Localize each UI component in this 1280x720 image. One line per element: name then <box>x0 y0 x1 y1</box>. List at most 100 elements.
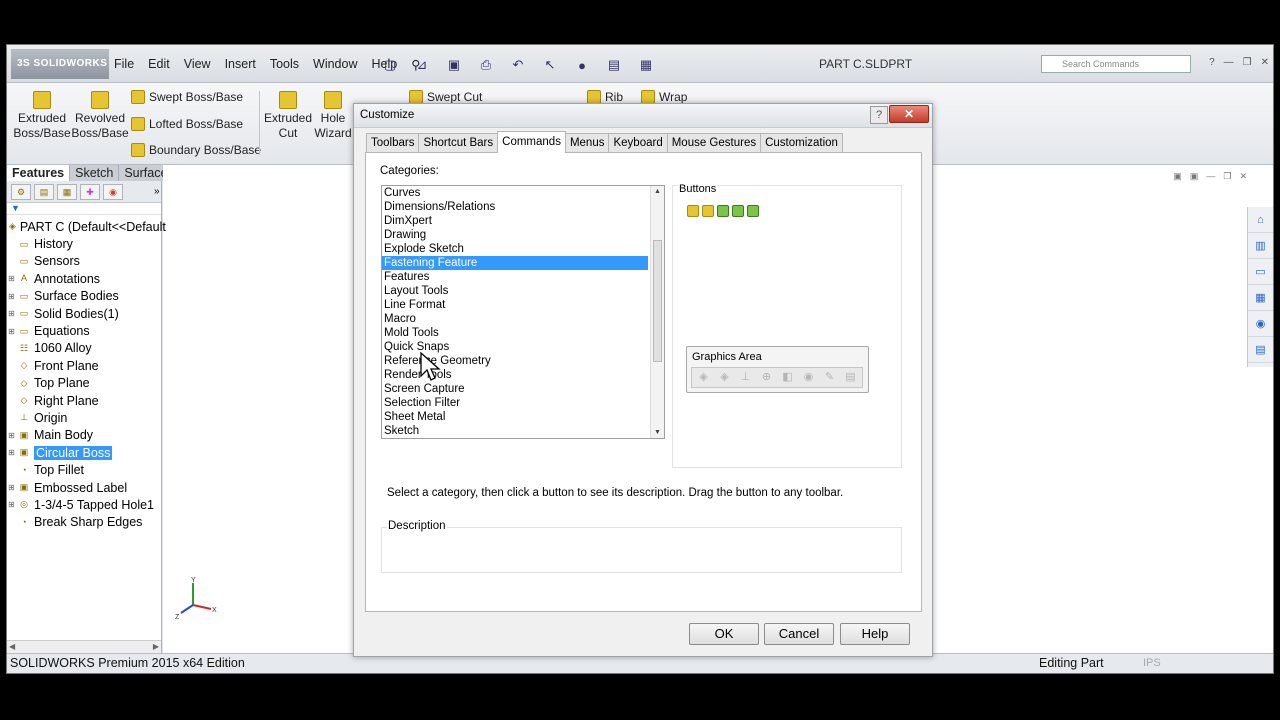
lofted-boss-button[interactable]: Lofted Boss/Base <box>131 117 243 131</box>
tree-item[interactable]: ◇ Front Plane <box>7 357 161 374</box>
extruded-boss-button[interactable]: Extruded Boss/Base <box>11 91 73 141</box>
tree-item[interactable]: ◔ Break Sharp Edges <box>7 514 161 531</box>
expand-icon[interactable]: ⊞ <box>7 292 16 301</box>
tree-item[interactable]: ▭ Sensors <box>7 253 161 270</box>
category-item[interactable]: Macro <box>382 312 664 326</box>
tree-item[interactable]: ⊞ ▣ Embossed Label <box>7 479 161 496</box>
dialog-tab-customization[interactable]: Customization <box>760 133 843 153</box>
select-icon[interactable]: ↖ <box>537 55 563 75</box>
expand-icon[interactable]: ⊞ <box>7 431 16 440</box>
category-item[interactable]: Drawing <box>382 228 664 242</box>
scroll-down-icon[interactable]: ▼ <box>654 429 661 436</box>
tree-item[interactable]: ⊞ ▣ Main Body <box>7 427 161 444</box>
solidworks-resources-icon[interactable]: ⌂ <box>1248 207 1273 233</box>
viewport-restore-icon[interactable]: ❐ <box>1223 171 1231 182</box>
categories-list[interactable]: Curves Dimensions/Relations DimXpert Drawin… <box>381 185 665 439</box>
expand-icon[interactable]: ⊞ <box>7 309 16 318</box>
expand-icon[interactable]: ⊞ <box>7 500 16 509</box>
tree-item[interactable]: ⊞ A Annotations <box>7 270 161 287</box>
menu-file[interactable]: File <box>107 57 141 71</box>
design-library-icon[interactable]: ▥ <box>1248 233 1273 259</box>
scroll-right-icon[interactable]: ▶ <box>153 642 159 651</box>
expand-icon[interactable]: ⊞ <box>7 483 16 492</box>
search-commands-input[interactable]: Search Commands <box>1041 55 1191 73</box>
property-manager-tab-icon[interactable]: ▤ <box>34 183 54 200</box>
menu-insert[interactable]: Insert <box>218 57 263 71</box>
cancel-button[interactable]: Cancel <box>764 623 834 645</box>
new-document-icon[interactable]: ▢ <box>377 55 403 75</box>
dialog-tab-mouse-gestures[interactable]: Mouse Gestures <box>666 133 762 153</box>
hole-wizard-button[interactable]: Hole Wizard <box>309 91 357 141</box>
category-item[interactable]: Mold Tools <box>382 326 664 340</box>
custom-properties-icon[interactable]: ▤ <box>1248 337 1273 363</box>
tree-item[interactable]: ◇ Right Plane <box>7 392 161 409</box>
help-button[interactable]: Help <box>840 623 910 645</box>
fastening-feature-button-icon[interactable] <box>702 205 714 217</box>
boundary-boss-button[interactable]: Boundary Boss/Base <box>131 143 261 157</box>
categories-scrollbar[interactable]: ▲ ▼ <box>650 186 664 438</box>
rib-button[interactable]: Rib <box>587 90 623 104</box>
tree-item[interactable]: ⊞ ▣ Circular Boss <box>7 444 161 461</box>
dialog-tab-keyboard[interactable]: Keyboard <box>608 133 668 153</box>
menu-window[interactable]: Window <box>306 57 364 71</box>
tab-sketch[interactable]: Sketch <box>70 165 120 181</box>
filter-icon[interactable]: ▼ <box>7 203 161 215</box>
appearances-icon[interactable]: ◉ <box>1248 311 1273 337</box>
wrap-button[interactable]: Wrap <box>641 90 687 104</box>
options-icon[interactable]: ▦ <box>633 55 659 75</box>
expand-icon[interactable]: ⊞ <box>7 327 16 336</box>
open-icon[interactable]: ⊿ <box>409 55 435 75</box>
category-item[interactable]: Sheet Metal <box>382 410 664 424</box>
expand-icon[interactable]: ⊞ <box>7 448 16 457</box>
help-dropdown-icon[interactable]: ? <box>1209 57 1215 68</box>
dialog-help-icon[interactable]: ? <box>870 106 888 124</box>
minimize-icon[interactable]: — <box>1224 57 1234 68</box>
category-item[interactable]: Features <box>382 270 664 284</box>
tree-item[interactable]: ⊞ ▭ Equations <box>7 322 161 339</box>
fastening-feature-button-icon[interactable] <box>732 205 744 217</box>
panel-horizontal-scrollbar[interactable]: ◀ ▶ <box>7 640 161 654</box>
feature-manager-tab-icon[interactable]: ⚙ <box>11 183 31 200</box>
tab-features[interactable]: Features <box>7 165 71 181</box>
category-item[interactable]: Selection Filter <box>382 396 664 410</box>
expand-tabs-icon[interactable]: » <box>154 186 160 197</box>
category-item[interactable]: Explode Sketch <box>382 242 664 256</box>
undo-icon[interactable]: ↶ <box>505 55 531 75</box>
swept-boss-button[interactable]: Swept Boss/Base <box>131 90 243 104</box>
menu-tools[interactable]: Tools <box>263 57 306 71</box>
fastening-feature-button-icon[interactable] <box>687 205 699 217</box>
ok-button[interactable]: OK <box>689 623 759 645</box>
dimxpert-manager-tab-icon[interactable]: ✚ <box>80 183 100 200</box>
viewport-close-icon[interactable]: ✕ <box>1239 171 1247 182</box>
tree-item[interactable]: ▭ History <box>7 235 161 252</box>
category-item[interactable]: Screen Capture <box>382 382 664 396</box>
tree-item[interactable]: ☷ 1060 Alloy <box>7 340 161 357</box>
category-item[interactable]: Sketch <box>382 424 664 438</box>
viewport-icon[interactable]: ▣ <box>1190 171 1199 182</box>
category-item[interactable]: Line Format <box>382 298 664 312</box>
menu-edit[interactable]: Edit <box>141 57 177 71</box>
menu-view[interactable]: View <box>177 57 218 71</box>
tree-item[interactable]: ⊥ Origin <box>7 409 161 426</box>
view-palette-icon[interactable]: ▦ <box>1248 285 1273 311</box>
solidworks-logo[interactable]: 3S SOLIDWORKS <box>11 49 109 79</box>
viewport-minimize-icon[interactable]: — <box>1206 171 1215 182</box>
fastening-feature-button-icon[interactable] <box>717 205 729 217</box>
dialog-tab-toolbars[interactable]: Toolbars <box>366 133 420 153</box>
dialog-tab-menus[interactable]: Menus <box>564 133 610 153</box>
revolved-boss-button[interactable]: Revolved Boss/Base <box>69 91 131 141</box>
print-icon[interactable]: ⎙ <box>473 55 499 75</box>
tree-item[interactable]: ◇ Top Plane <box>7 375 161 392</box>
save-icon[interactable]: ▣ <box>441 55 467 75</box>
display-manager-tab-icon[interactable]: ◉ <box>103 183 123 200</box>
file-properties-icon[interactable]: ▤ <box>601 55 627 75</box>
rebuild-icon[interactable]: ● <box>569 55 595 75</box>
dialog-close-button[interactable]: ✕ <box>889 105 929 123</box>
fastening-feature-button-icon[interactable] <box>747 205 759 217</box>
category-item[interactable]: DimXpert <box>382 214 664 228</box>
category-item[interactable]: Curves <box>382 186 664 200</box>
dialog-tab-commands[interactable]: Commands <box>497 131 566 153</box>
file-explorer-icon[interactable]: ▭ <box>1248 259 1273 285</box>
close-icon[interactable]: ✕ <box>1261 57 1269 68</box>
scroll-thumb[interactable] <box>653 240 662 362</box>
